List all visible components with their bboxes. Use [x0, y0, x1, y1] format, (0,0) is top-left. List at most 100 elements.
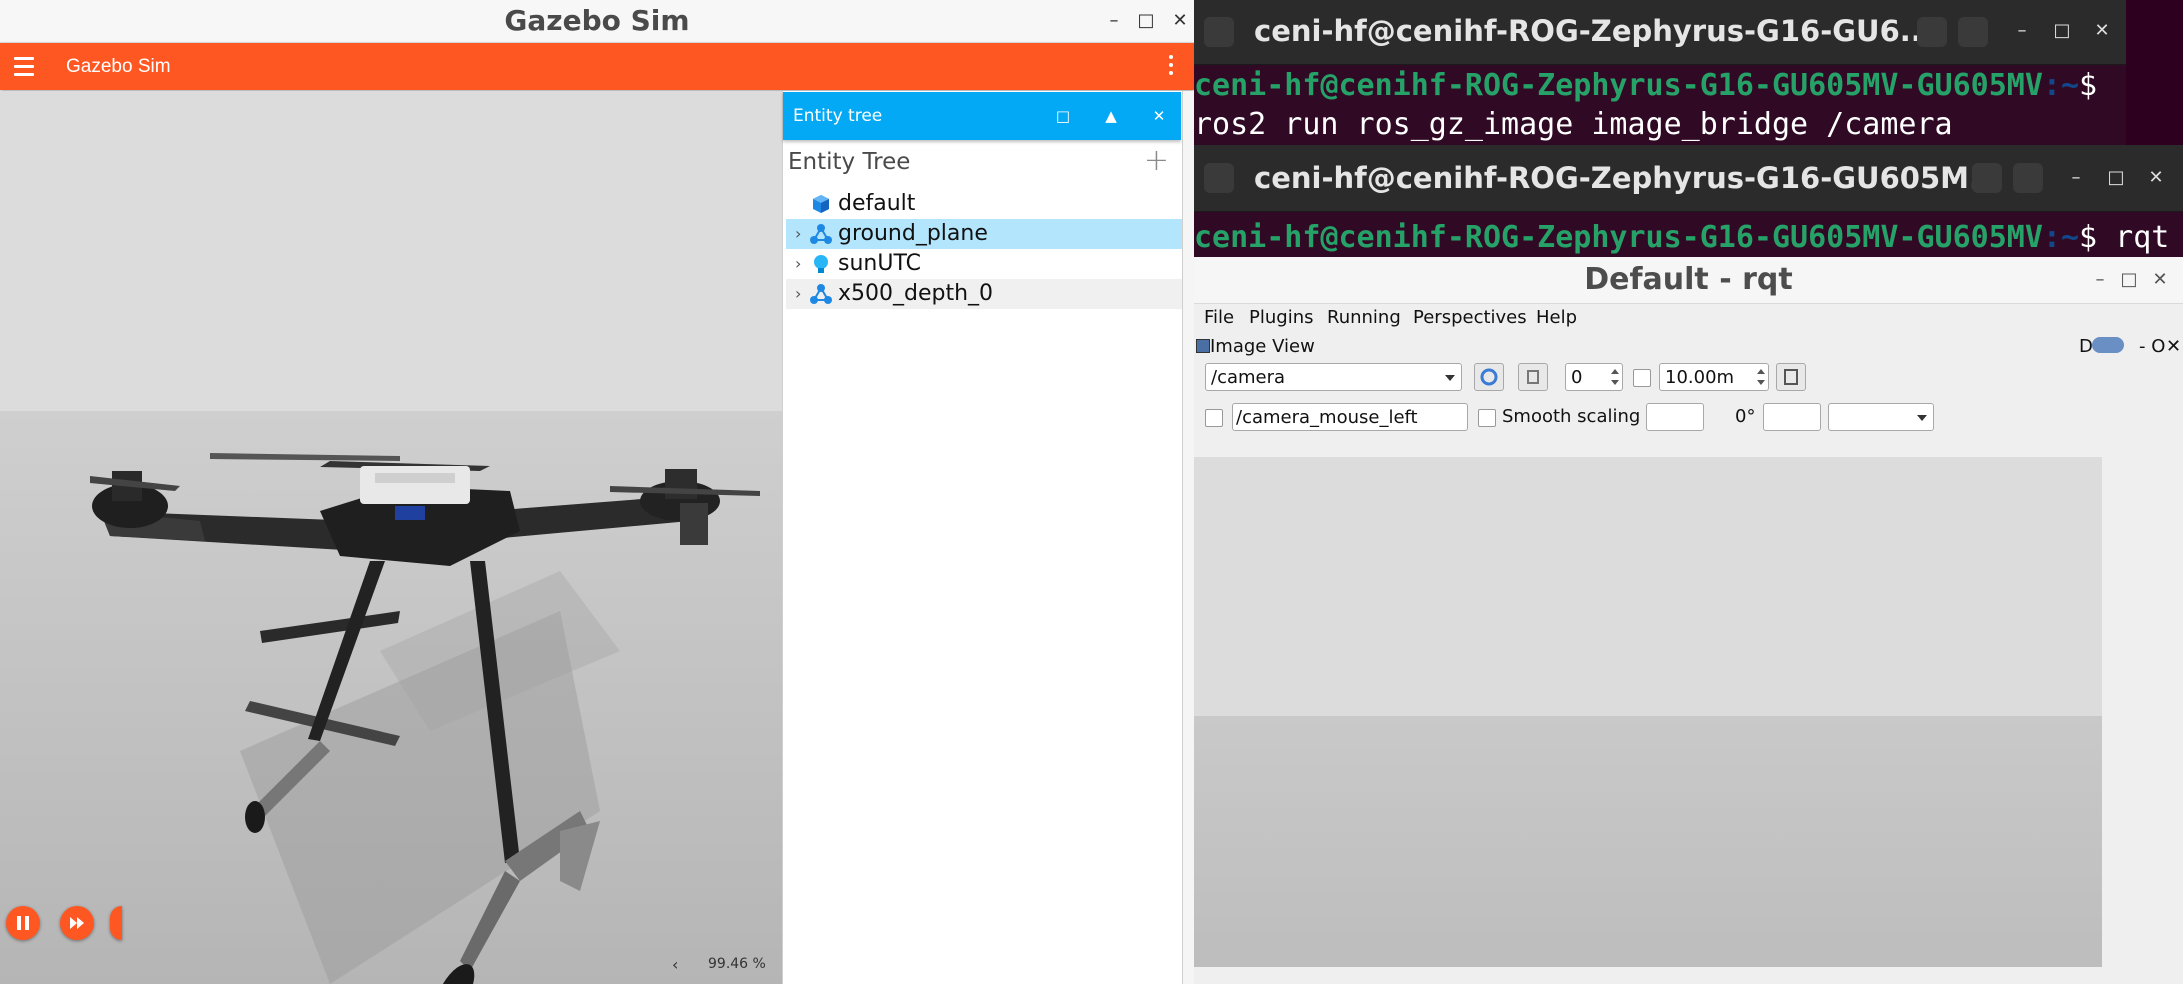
add-entity-icon[interactable]: +: [1144, 143, 1169, 178]
smooth-scaling-checkbox[interactable]: [1478, 409, 1496, 427]
terminal-1-title: ceni-hf@cenihf-ROG-Zephyrus-G16-GU6...: [1254, 14, 1933, 48]
hamburger-menu-icon[interactable]: [1958, 17, 1988, 47]
tree-item-label: ground_plane: [838, 221, 988, 246]
entity-tree-panel: Entity tree □ ▲ ✕ Entity Tree + default …: [782, 91, 1183, 984]
menu-help[interactable]: Help: [1536, 307, 1577, 328]
undock-icon[interactable]: □: [1053, 92, 1073, 140]
reload-help-icon[interactable]: [2092, 337, 2124, 353]
image-view-toolbar-1: /camera 0 10.00m: [1194, 361, 2183, 395]
entity-tree-header-title: Entity tree: [793, 106, 883, 126]
topic-index-spinbox[interactable]: 0: [1565, 363, 1623, 391]
panel-splitter[interactable]: [1182, 91, 1194, 984]
pause-button[interactable]: [6, 906, 40, 940]
menu-plugins[interactable]: Plugins: [1249, 307, 1313, 328]
prompt-symbol: $: [2079, 220, 2098, 255]
menu-running[interactable]: Running: [1327, 307, 1401, 328]
expand-arrow-icon[interactable]: ›: [795, 249, 801, 279]
minimize-button[interactable]: –: [2012, 20, 2032, 41]
close-button[interactable]: ✕: [2148, 259, 2172, 301]
rqt-window-title: Default - rqt: [1584, 262, 1793, 297]
model-icon: [810, 224, 832, 244]
tree-item-x500-depth-0[interactable]: › x500_depth_0: [786, 279, 1182, 309]
tree-item-sunutc[interactable]: › sunUTC: [786, 249, 1182, 279]
close-button[interactable]: ✕: [2092, 20, 2112, 41]
entity-tree-header: Entity tree □ ▲ ✕: [783, 92, 1181, 140]
prompt-path: :~: [2042, 220, 2080, 255]
close-panel-icon[interactable]: ✕: [1149, 92, 1169, 140]
minimize-button[interactable]: –: [2066, 167, 2086, 188]
search-icon[interactable]: [1917, 17, 1947, 47]
3d-scene-viewport[interactable]: ‹ 99.46 %: [0, 91, 782, 984]
image-view-icon: [1196, 339, 1210, 353]
entity-tree-heading: Entity Tree: [788, 149, 911, 175]
gazebo-app-bar: Gazebo Sim: [0, 43, 1194, 90]
terminal-command: rqt: [2097, 220, 2170, 255]
maximize-button[interactable]: □: [2117, 259, 2141, 301]
maximize-button[interactable]: □: [2106, 167, 2126, 188]
minimize-button[interactable]: –: [1102, 0, 1126, 42]
maximize-button[interactable]: □: [2052, 20, 2072, 41]
menu-icon[interactable]: [14, 57, 34, 77]
terminal-2-output[interactable]: ceni-hf@cenihf-ROG-Zephyrus-G16-GU605MV-…: [1194, 220, 2183, 255]
plugin-dock-controls[interactable]: D: [2079, 336, 2093, 357]
prompt-user: ceni-hf@cenihf-ROG-Zephyrus-G16-GU605MV-…: [1194, 68, 2043, 103]
hamburger-menu-icon[interactable]: [2013, 163, 2043, 193]
topic-select[interactable]: /camera: [1205, 363, 1462, 391]
maximize-button[interactable]: □: [1134, 0, 1158, 42]
terminal-window-1: ceni-hf@cenihf-ROG-Zephyrus-G16-GU6... –…: [1194, 0, 2126, 145]
expand-arrow-icon[interactable]: ›: [795, 219, 801, 249]
menu-perspectives[interactable]: Perspectives: [1413, 307, 1527, 328]
terminal-1-output[interactable]: ceni-hf@cenihf-ROG-Zephyrus-G16-GU605MV-…: [1194, 68, 2126, 142]
mouse-topic-value: /camera_mouse_left: [1236, 407, 1418, 428]
menu-file[interactable]: File: [1204, 307, 1234, 328]
prompt-symbol: $: [2079, 68, 2098, 103]
zoom-fit-button[interactable]: [1518, 363, 1548, 391]
real-time-factor: 99.46 %: [708, 956, 766, 972]
gazebo-window-title: Gazebo Sim: [504, 4, 690, 37]
more-options-icon[interactable]: [1168, 55, 1174, 79]
refresh-icon: [1480, 368, 1498, 386]
publish-click-checkbox[interactable]: [1205, 409, 1223, 427]
search-icon[interactable]: [1972, 163, 2002, 193]
new-tab-icon[interactable]: [1204, 17, 1234, 47]
mouse-topic-input[interactable]: /camera_mouse_left: [1232, 403, 1468, 431]
plugin-title: Image View: [1210, 336, 1315, 357]
spinbox-value: 0: [1571, 367, 1583, 388]
rotate-right-button[interactable]: [1763, 403, 1821, 431]
image-view-toolbar-2: /camera_mouse_left Smooth scaling 0°: [1194, 402, 2183, 436]
save-image-button[interactable]: [1776, 363, 1806, 391]
rotate-left-button[interactable]: [1646, 403, 1704, 431]
camera-image-ground: [1194, 716, 2102, 967]
refresh-topics-button[interactable]: [1474, 363, 1504, 391]
smooth-scaling-label: Smooth scaling: [1502, 406, 1641, 427]
terminal-1-header: ceni-hf@cenihf-ROG-Zephyrus-G16-GU6... –…: [1194, 0, 2126, 65]
collapse-arrow-icon[interactable]: ‹: [672, 955, 678, 974]
rqt-window: Default - rqt – □ ✕ File Plugins Running…: [1194, 257, 2183, 984]
close-button[interactable]: ✕: [2146, 167, 2166, 188]
dynamic-range-checkbox[interactable]: [1633, 369, 1651, 387]
prompt-path: :~: [2042, 68, 2080, 103]
close-button[interactable]: ✕: [1168, 0, 1192, 42]
new-tab-icon[interactable]: [1204, 163, 1234, 193]
gazebo-app-title: Gazebo Sim: [66, 56, 171, 77]
plugin-window-controls[interactable]: - O: [2139, 336, 2165, 357]
max-range-spinbox[interactable]: 10.00m: [1659, 363, 1769, 391]
multi-step-button[interactable]: [110, 906, 122, 940]
model-icon: [810, 284, 832, 304]
color-scheme-select[interactable]: [1828, 403, 1934, 431]
tree-item-ground-plane[interactable]: › ground_plane: [786, 219, 1182, 249]
tree-item-default[interactable]: default: [786, 189, 1182, 219]
prompt-user: ceni-hf@cenihf-ROG-Zephyrus-G16-GU605MV-…: [1194, 220, 2043, 255]
terminal-2-title: ceni-hf@cenihf-ROG-Zephyrus-G16-GU605M..…: [1254, 161, 2003, 195]
minimize-button[interactable]: –: [2088, 259, 2112, 301]
drone-model[interactable]: [0, 91, 782, 984]
camera-image-display[interactable]: [1194, 457, 2102, 967]
close-plugin-icon[interactable]: ✕: [2166, 336, 2181, 357]
expand-arrow-icon[interactable]: ›: [795, 279, 801, 309]
collapse-panel-icon[interactable]: ▲: [1101, 92, 1121, 140]
zoom-icon: [1527, 370, 1539, 384]
cube-icon: [813, 195, 829, 213]
step-forward-button[interactable]: [60, 906, 94, 940]
tree-item-label: sunUTC: [838, 251, 921, 276]
terminal-command: ros2 run ros_gz_image image_bridge /came…: [1194, 107, 1953, 142]
